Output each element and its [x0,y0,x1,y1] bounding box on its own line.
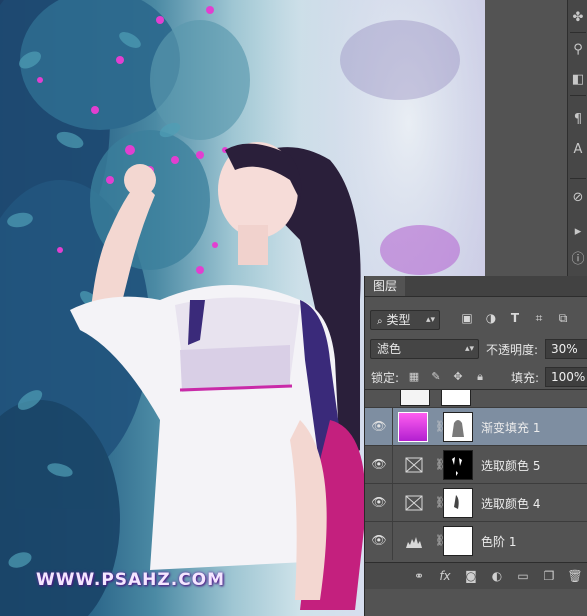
eye-icon[interactable]: 👁︎ [371,495,387,509]
layer-name[interactable]: 选取颜色 5 [481,457,540,474]
dock-divider [570,32,586,33]
layer-name[interactable]: 渐变填充 1 [481,419,540,436]
smart-object-filter-icon[interactable]: ⧉ [555,310,571,326]
layer-mask-thumbnail[interactable] [443,450,473,480]
opacity-field[interactable]: 30% [545,339,587,359]
selective-color-adjustment-icon [405,495,423,511]
tab-layers[interactable]: 图层 [365,276,406,296]
filter-kind-value: 类型 [386,313,411,327]
lock-all-icon[interactable]: 🔒︎ [473,370,487,384]
blend-mode-select[interactable]: 滤色 ▴▾ [370,339,479,359]
layer-thumbnail [400,390,430,406]
layer-row-levels-1[interactable]: 👁︎ ⛓ 色阶 1 [365,521,587,560]
column-divider [392,522,393,560]
delete-layer-icon[interactable]: 🗑︎ [567,568,583,584]
layer-row-gradient-fill[interactable]: 👁︎ ⛓ 渐变填充 1 [365,407,587,446]
adjustment-filter-icon[interactable]: ◑ [483,310,499,326]
eye-icon[interactable]: 👁︎ [371,457,387,471]
navigator-icon[interactable]: ◧ [568,70,587,90]
eye-icon[interactable]: 👁︎ [371,419,387,433]
clone-source-icon[interactable]: ⚲ [568,40,587,60]
character-icon[interactable]: A [568,140,587,160]
mask-silhouette [452,420,464,437]
panel-icon-dock: ✤ ⚲ ◧ ¶ A ⊘ ▸ ⓘ [567,0,587,276]
new-group-icon[interactable]: ▭ [515,568,531,584]
opacity-label: 不透明度: [486,343,539,357]
column-divider [392,484,393,522]
layer-mask-thumbnail[interactable] [443,488,473,518]
chevron-down-icon: ▴▾ [464,344,474,354]
fill-field[interactable]: 100% [545,367,587,387]
chevron-down-icon: ▴▾ [425,315,435,325]
lock-pixels-icon[interactable]: ✎ [429,370,443,384]
type-filter-icon[interactable]: T [507,310,523,326]
layer-name[interactable]: 选取颜色 4 [481,495,540,512]
eye-icon[interactable]: 👁︎ [371,533,387,547]
layer-row-selective-color-5[interactable]: 👁︎ ⛓ 选取颜色 5 [365,445,587,484]
info-icon[interactable]: ⓘ [568,250,587,270]
link-layers-icon[interactable]: ⚭ [411,568,427,584]
dock-divider [570,178,586,179]
paragraph-icon[interactable]: ¶ [568,110,587,130]
column-divider [392,408,393,446]
dock-divider [570,95,586,96]
layer-mask-thumbnail [441,390,471,406]
layer-row-partial[interactable] [365,389,587,407]
fx-icon[interactable]: fx [437,568,453,584]
levels-adjustment-icon [406,537,422,548]
actions-icon[interactable]: ▸ [568,222,587,242]
brush-preset-icon[interactable]: ✤ [568,8,587,28]
blend-mode-value: 滤色 [377,342,402,356]
image-filter-icon[interactable]: ▣ [459,310,475,326]
history-icon[interactable]: ⊘ [568,188,587,208]
selective-color-adjustment-icon [405,457,423,473]
layers-tabbar: 图层 [365,276,587,297]
layer-mask-thumbnail[interactable] [443,412,473,442]
layer-mask-thumbnail[interactable] [443,526,473,556]
filter-kind-select[interactable]: ⌕ 类型 ▴▾ [370,310,440,330]
search-icon: ⌕ [377,316,383,327]
layer-row-selective-color-4[interactable]: 👁︎ ⛓ 选取颜色 4 [365,483,587,522]
mask-shapes [452,457,462,476]
gradient-fill-thumbnail[interactable] [398,412,428,442]
new-layer-icon[interactable]: ❐ [541,568,557,584]
add-mask-icon[interactable]: ◙ [463,568,479,584]
new-adjustment-icon[interactable]: ◐ [489,568,505,584]
layers-bottom-toolbar: ⚭ fx ◙ ◐ ▭ ❐ 🗑︎ [365,562,587,589]
layers-panel: 图层 ⌕ 类型 ▴▾ ▣ ◑ T ⌗ ⧉ 滤色 ▴▾ 不透明度: 30% 锁定:… [364,276,587,616]
shape-filter-icon[interactable]: ⌗ [531,310,547,326]
fill-label: 填充: [511,371,540,385]
mask-shapes [454,495,459,509]
layer-name[interactable]: 色阶 1 [481,533,516,550]
lock-label: 锁定: [371,371,400,385]
lock-transparent-icon[interactable]: ▦ [407,370,421,384]
lock-position-icon[interactable]: ✥ [451,370,465,384]
column-divider [392,446,393,484]
watermark-text: WWW.PSAHZ.COM [36,570,226,590]
